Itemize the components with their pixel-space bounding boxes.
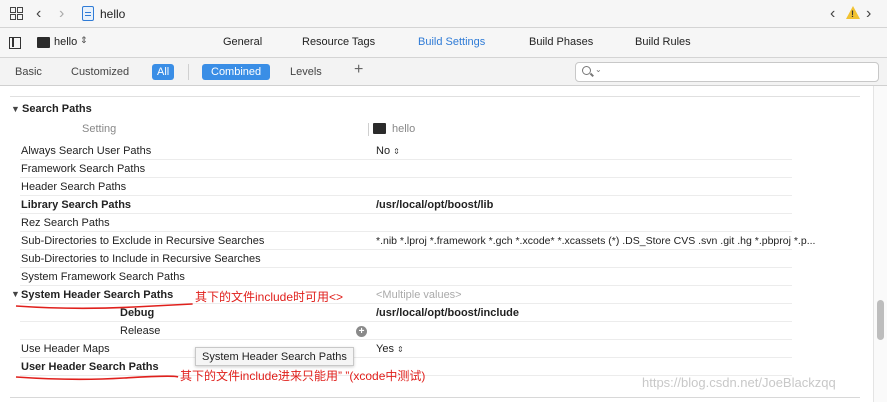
disclosure-triangle-icon[interactable]: ▼ — [11, 289, 20, 299]
section-title: Search Paths — [22, 103, 92, 115]
all-button[interactable]: All — [152, 64, 175, 80]
tab-resource-tags[interactable]: Resource Tags — [302, 36, 375, 48]
annotation-underline — [15, 303, 193, 310]
target-selector[interactable]: hello — [54, 36, 77, 48]
setting-name: Framework Search Paths — [21, 163, 146, 175]
setting-value[interactable]: /usr/local/opt/boost/include — [376, 307, 876, 319]
divider — [10, 397, 860, 398]
add-condition-icon[interactable]: + — [356, 326, 367, 337]
hide-panel-icon[interactable] — [9, 37, 21, 49]
setting-value[interactable]: Yes ⇕ — [376, 343, 876, 355]
table-row[interactable]: Use Header Maps Yes ⇕ — [20, 340, 792, 358]
grid-icon[interactable] — [10, 7, 23, 20]
search-field[interactable]: ⌄ — [575, 62, 879, 82]
editor-tab-bar: hello ⇕ General Resource Tags Build Sett… — [0, 28, 887, 58]
table-row[interactable]: Header Search Paths — [20, 178, 792, 196]
setting-column-header: Setting — [82, 123, 117, 135]
table-row[interactable]: Release — [20, 322, 792, 340]
customized-button[interactable]: Customized — [66, 64, 134, 80]
forward-icon[interactable]: › — [59, 5, 64, 23]
chevron-updown-icon: ⇕ — [393, 147, 400, 156]
chevron-updown-icon: ⇕ — [397, 345, 404, 354]
levels-button[interactable]: Levels — [285, 64, 327, 80]
table-row[interactable]: System Framework Search Paths — [20, 268, 792, 286]
jump-bar: ‹ › hello ‹ ! › — [0, 0, 887, 28]
basic-button[interactable]: Basic — [10, 64, 47, 80]
setting-value[interactable]: <Multiple values> — [376, 289, 876, 301]
warning-icon[interactable]: ! — [846, 6, 860, 19]
annotation-user-header: 其下的文件include进来只能用” ”(xcode中测试) — [180, 369, 426, 383]
combined-button[interactable]: Combined — [202, 64, 271, 80]
setting-value[interactable]: *.nib *.lproj *.framework *.gch *.xcode*… — [376, 235, 876, 247]
setting-name: Release — [120, 325, 161, 337]
target-column-header: hello — [392, 123, 416, 135]
setting-name: Library Search Paths — [21, 199, 132, 211]
divider — [10, 96, 860, 97]
table-row[interactable]: Rez Search Paths — [20, 214, 792, 232]
swift-file-icon — [82, 6, 94, 21]
table-row[interactable]: Always Search User Paths No ⇕ — [20, 142, 792, 160]
divider — [368, 123, 369, 136]
table-row[interactable]: Library Search Paths /usr/local/opt/boos… — [20, 196, 792, 214]
tooltip: System Header Search Paths — [195, 347, 354, 366]
scrollbar-thumb[interactable] — [877, 300, 884, 340]
watermark: https://blog.csdn.net/JoeBlackzqq — [642, 375, 836, 390]
filter-bar: Basic Customized All Combined Levels + ⌄ — [0, 58, 887, 86]
setting-value[interactable]: /usr/local/opt/boost/lib — [376, 199, 876, 211]
setting-name: Header Search Paths — [21, 181, 127, 193]
search-icon — [582, 66, 591, 75]
divider — [188, 64, 189, 80]
previous-issue-icon[interactable]: ‹ — [830, 5, 835, 23]
target-icon — [37, 37, 50, 48]
setting-name: Always Search User Paths — [21, 145, 152, 157]
table-row[interactable]: Sub-Directories to Include in Recursive … — [20, 250, 792, 268]
setting-name: System Framework Search Paths — [21, 271, 185, 283]
add-setting-button[interactable]: + — [354, 61, 363, 79]
target-icon — [373, 123, 386, 134]
chevron-down-icon[interactable]: ⌄ — [595, 65, 602, 74]
next-issue-icon[interactable]: › — [866, 5, 871, 23]
settings-table: ▼ Search Paths Setting hello Always Sear… — [0, 86, 887, 402]
tab-general[interactable]: General — [223, 36, 262, 48]
setting-name: Sub-Directories to Include in Recursive … — [21, 253, 261, 265]
setting-value[interactable]: No ⇕ — [376, 145, 876, 157]
annotation-system-header: 其下的文件include时可用<> — [195, 290, 344, 304]
table-row[interactable]: Sub-Directories to Exclude in Recursive … — [20, 232, 815, 250]
breadcrumb[interactable]: hello — [100, 7, 125, 21]
disclosure-triangle-icon[interactable]: ▼ — [11, 104, 20, 114]
table-row[interactable]: Framework Search Paths — [20, 160, 792, 178]
setting-name: Sub-Directories to Exclude in Recursive … — [21, 235, 265, 247]
tab-build-phases[interactable]: Build Phases — [529, 36, 593, 48]
vertical-scrollbar[interactable] — [873, 86, 887, 402]
tab-build-settings[interactable]: Build Settings — [418, 36, 485, 48]
setting-name: Use Header Maps — [21, 343, 110, 355]
setting-name: Rez Search Paths — [21, 217, 110, 229]
back-icon[interactable]: ‹ — [36, 5, 41, 23]
annotation-underline — [15, 375, 179, 381]
chevron-updown-icon[interactable]: ⇕ — [80, 35, 88, 46]
tab-build-rules[interactable]: Build Rules — [635, 36, 691, 48]
